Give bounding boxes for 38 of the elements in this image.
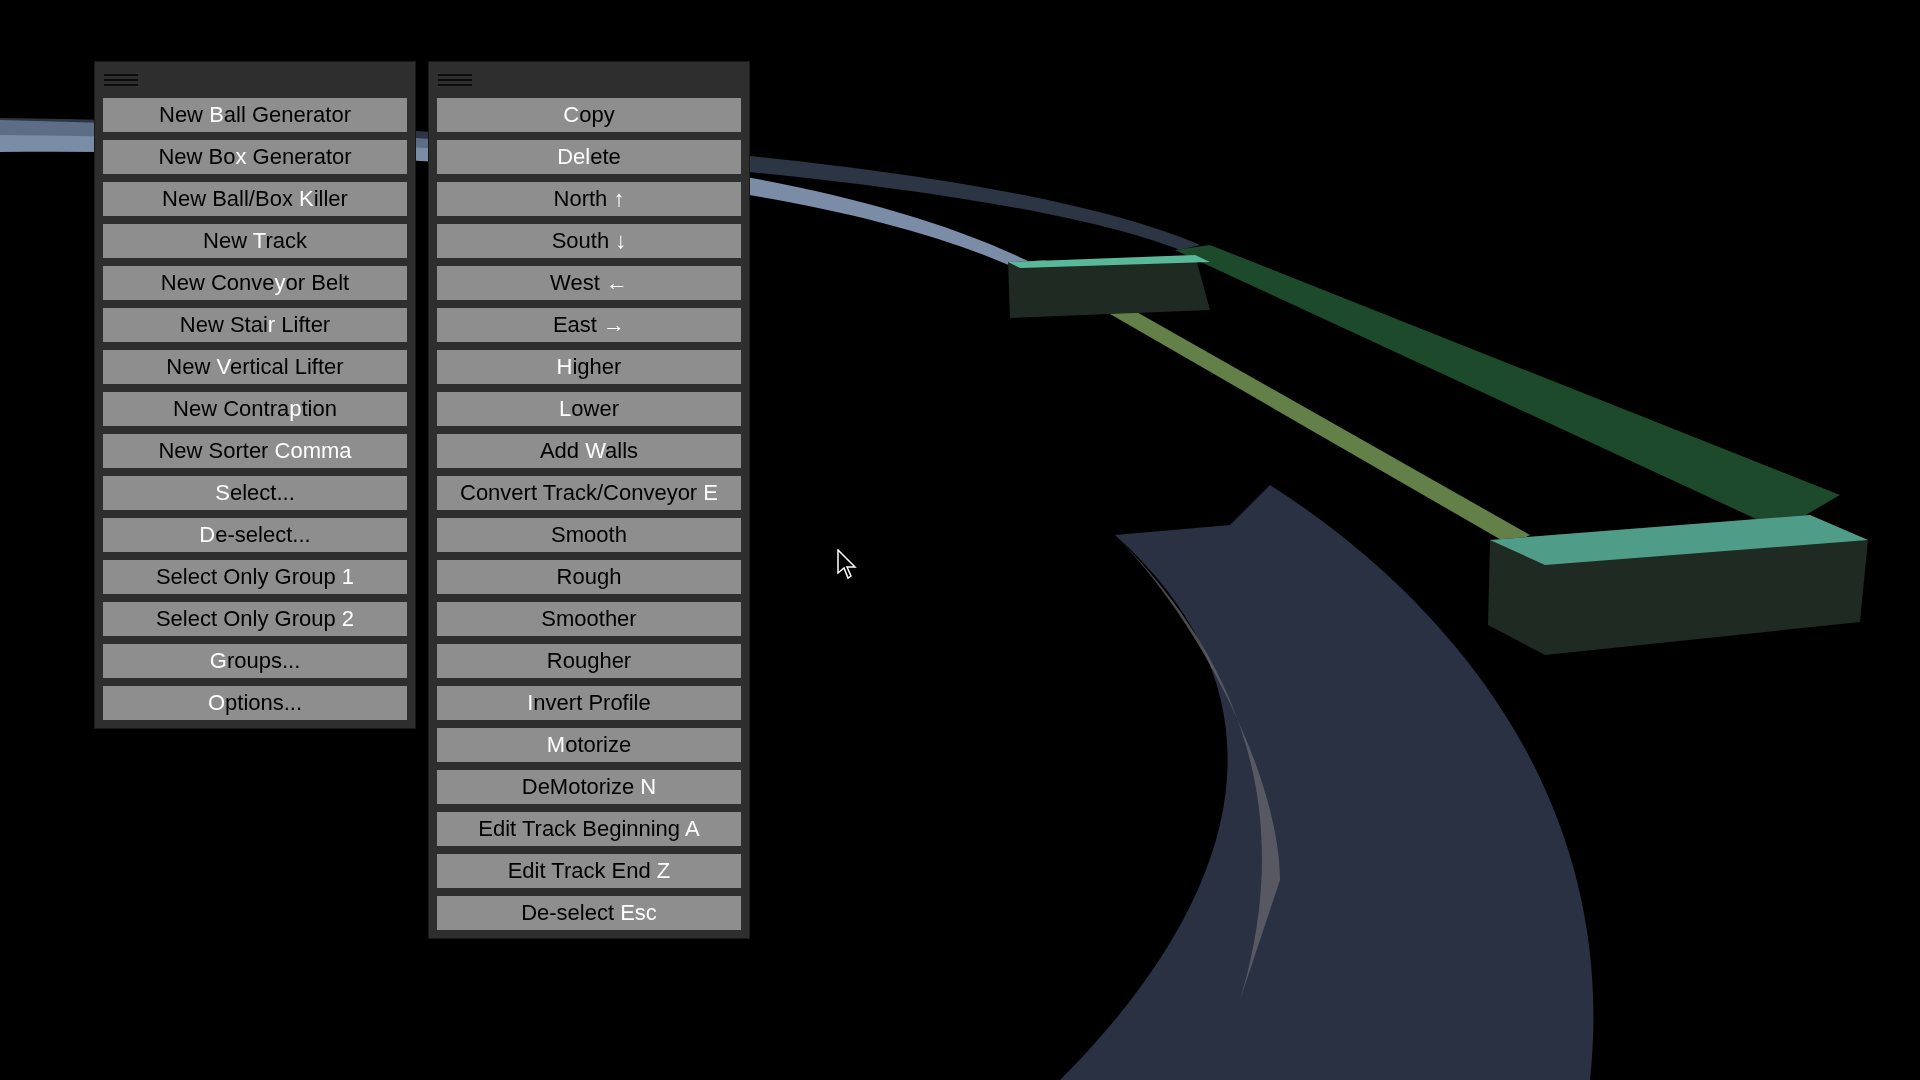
mouse-cursor-icon [837, 549, 857, 581]
menu-button[interactable]: Lower [437, 392, 741, 426]
menu-button[interactable]: De-select Esc [437, 896, 741, 930]
menu-button[interactable]: South ↓ [437, 224, 741, 258]
menu-button[interactable]: Delete [437, 140, 741, 174]
menu-button[interactable]: Rougher [437, 644, 741, 678]
menu-button[interactable]: De-select... [103, 518, 407, 552]
menu-button[interactable]: Groups... [103, 644, 407, 678]
menu-button[interactable]: Motorize [437, 728, 741, 762]
menu-button[interactable]: Higher [437, 350, 741, 384]
menu-button[interactable]: New Contraption [103, 392, 407, 426]
menu-button[interactable]: Edit Track Beginning A [437, 812, 741, 846]
menu-button[interactable]: Smooth [437, 518, 741, 552]
menu-button[interactable]: New Sorter Comma [103, 434, 407, 468]
menu-button[interactable]: Select Only Group 2 [103, 602, 407, 636]
menu-button[interactable]: West ← [437, 266, 741, 300]
menu-button[interactable]: Smoother [437, 602, 741, 636]
menu-button[interactable]: Options... [103, 686, 407, 720]
menu-icon[interactable] [104, 74, 138, 88]
menu-button[interactable]: Rough [437, 560, 741, 594]
menu-button[interactable]: New Box Generator [103, 140, 407, 174]
menu-button[interactable]: Copy [437, 98, 741, 132]
menu-button[interactable]: New Track [103, 224, 407, 258]
menu-button[interactable]: New Ball Generator [103, 98, 407, 132]
menu-button[interactable]: New Vertical Lifter [103, 350, 407, 384]
menu-button[interactable]: Edit Track End Z [437, 854, 741, 888]
menu-button[interactable]: New Ball/Box Killer [103, 182, 407, 216]
menu-icon[interactable] [438, 74, 472, 88]
menu-button[interactable]: Select... [103, 476, 407, 510]
menu-button[interactable]: Convert Track/Conveyor E [437, 476, 741, 510]
menu-button[interactable]: Select Only Group 1 [103, 560, 407, 594]
menu-button[interactable]: North ↑ [437, 182, 741, 216]
menu-button[interactable]: New Stair Lifter [103, 308, 407, 342]
menu-button[interactable]: DeMotorize N [437, 770, 741, 804]
menu-button[interactable]: Add Walls [437, 434, 741, 468]
menu-button[interactable]: Invert Profile [437, 686, 741, 720]
menu-button[interactable]: New Conveyor Belt [103, 266, 407, 300]
menu-button[interactable]: East → [437, 308, 741, 342]
